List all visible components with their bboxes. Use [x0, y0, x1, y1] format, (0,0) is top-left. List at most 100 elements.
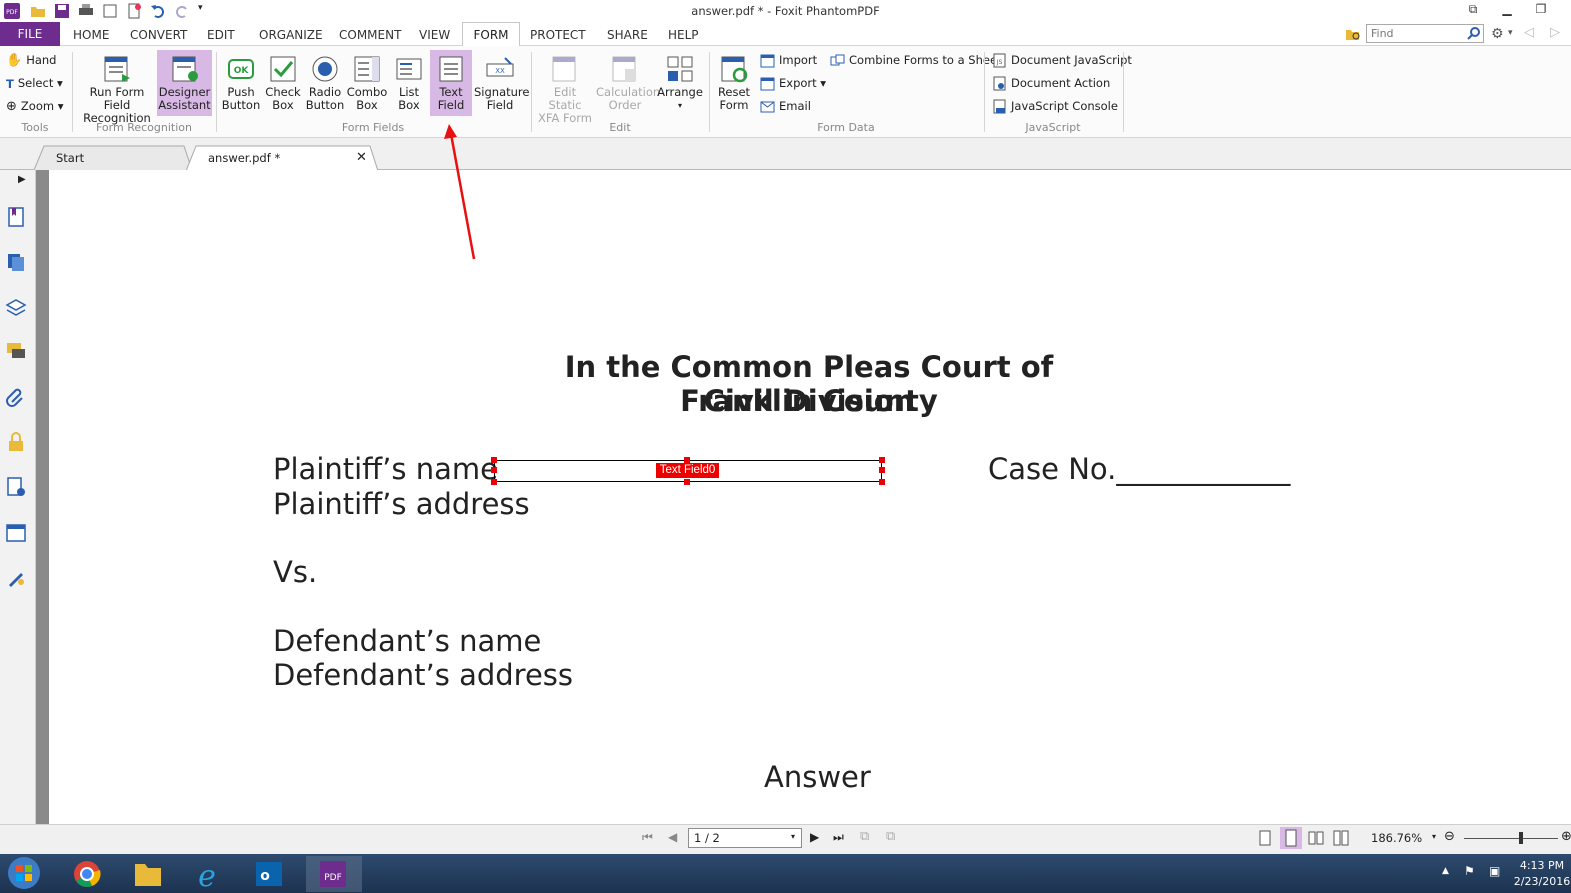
tab-edit[interactable]: EDIT	[207, 28, 235, 42]
group-label-form-data: Form Data	[817, 121, 875, 134]
continuous-facing-icon[interactable]	[1333, 830, 1349, 846]
start-button-icon[interactable]	[4, 855, 44, 892]
zoom-tool-button[interactable]: ⊕ Zoom ▾	[6, 97, 64, 115]
chrome-icon[interactable]	[62, 856, 112, 892]
tab-convert[interactable]: CONVERT	[130, 28, 187, 42]
gear-icon[interactable]: ⚙	[1491, 26, 1504, 42]
doc-tab-answer[interactable]: answer.pdf *	[190, 146, 350, 170]
combo-box-tool[interactable]: Combo Box	[346, 50, 388, 116]
tab-organize[interactable]: ORGANIZE	[259, 28, 323, 42]
zoom-icon: ⊕	[6, 98, 17, 114]
resize-handle[interactable]	[491, 479, 497, 485]
push-button-tool[interactable]: OK Push Button	[220, 50, 262, 116]
calculation-order-button[interactable]: Calculation Order	[596, 50, 660, 116]
tab-protect[interactable]: PROTECT	[530, 28, 586, 42]
ribbon-options-icon[interactable]: ⧉	[1462, 2, 1484, 18]
next-result-icon[interactable]: ▷	[1550, 25, 1560, 40]
select-tool-button[interactable]: T Select ▾	[6, 74, 63, 92]
search-folder-icon[interactable]	[1345, 26, 1361, 42]
tab-comment[interactable]: COMMENT	[339, 28, 401, 42]
hand-icon: ✋	[6, 52, 23, 68]
zoom-dropdown-icon[interactable]: ▾	[1432, 832, 1436, 841]
resize-handle[interactable]	[879, 479, 885, 485]
resize-handle[interactable]	[491, 467, 497, 473]
export-button[interactable]: Export ▾	[760, 74, 826, 92]
chevron-down-icon[interactable]: ▾	[1508, 28, 1513, 38]
radio-button-tool[interactable]: Radio Button	[304, 50, 346, 116]
document-javascript-button[interactable]: JS Document JavaScript	[993, 51, 1132, 69]
page-dropdown-icon[interactable]: ▾	[791, 832, 795, 841]
signature-panel-icon[interactable]	[5, 567, 27, 589]
reset-form-button[interactable]: Reset Form	[714, 50, 754, 116]
prev-result-icon[interactable]: ◁	[1524, 25, 1534, 40]
tab-home[interactable]: HOME	[73, 28, 109, 42]
signature-field-tool[interactable]: XX Signature Field	[474, 50, 529, 116]
page-number-input[interactable]: 1 / 2	[688, 828, 802, 848]
reset-form-icon	[721, 56, 748, 83]
combine-forms-button[interactable]: Combine Forms to a Sheet	[830, 51, 1002, 69]
list-box-tool[interactable]: List Box	[389, 50, 429, 116]
text-field-tool[interactable]: Text Field	[430, 50, 472, 116]
resize-handle[interactable]	[491, 457, 497, 463]
expand-pane-icon[interactable]: ▶	[18, 174, 26, 185]
bookmark-icon[interactable]	[5, 206, 27, 228]
select-text-icon: T	[6, 76, 14, 91]
tab-help[interactable]: HELP	[668, 28, 699, 42]
zoom-level[interactable]: 186.76%	[1371, 831, 1422, 845]
lock-icon[interactable]	[5, 431, 27, 453]
foxit-taskbar-icon[interactable]: PDF	[306, 856, 362, 892]
continuous-page-icon[interactable]	[1280, 827, 1302, 849]
form-fields-icon[interactable]	[5, 522, 27, 544]
resize-handle[interactable]	[879, 467, 885, 473]
text-field-name-label: Text Field0	[656, 463, 719, 478]
facing-page-icon[interactable]	[1308, 830, 1324, 846]
tab-form[interactable]: FORM	[462, 22, 520, 47]
restore-icon[interactable]: ❐	[1530, 2, 1552, 18]
arrange-button[interactable]: Arrange ▾	[656, 50, 704, 116]
tab-view[interactable]: VIEW	[419, 28, 450, 42]
tab-share[interactable]: SHARE	[607, 28, 648, 42]
resize-handle[interactable]	[684, 479, 690, 485]
internet-explorer-icon[interactable]: e	[182, 856, 232, 892]
tray-expand-icon[interactable]: ▲	[1442, 866, 1449, 876]
layers-icon[interactable]	[5, 297, 27, 319]
close-tab-icon[interactable]: ✕	[356, 150, 367, 165]
check-box-tool[interactable]: Check Box	[263, 50, 303, 116]
email-button[interactable]: Email	[760, 97, 811, 115]
system-clock[interactable]: 4:13 PM 2/23/2016	[1512, 858, 1571, 890]
doc-tab-start[interactable]: Start	[38, 146, 188, 170]
attachment-icon[interactable]	[5, 386, 27, 408]
search-icon[interactable]	[1467, 27, 1481, 41]
edit-static-xfa-form-button[interactable]: Edit Static XFA Form	[536, 50, 594, 125]
zoom-slider-thumb[interactable]	[1519, 832, 1523, 844]
file-explorer-icon[interactable]	[123, 856, 173, 892]
content-icon[interactable]	[5, 476, 27, 498]
outlook-icon[interactable]: o	[244, 856, 294, 892]
zoom-in-icon[interactable]: ⊕	[1561, 829, 1571, 844]
last-page-icon[interactable]: ⏭	[833, 830, 844, 845]
hand-tool-button[interactable]: ✋ Hand	[6, 51, 56, 69]
zoom-slider[interactable]	[1464, 838, 1558, 839]
import-button[interactable]: Import	[760, 51, 817, 69]
previous-view-icon[interactable]: ⧉	[860, 829, 869, 844]
run-form-field-recognition-button[interactable]: Run Form Field Recognition	[78, 50, 156, 125]
designer-assistant-button[interactable]: Designer Assistant	[157, 50, 212, 116]
resize-handle[interactable]	[879, 457, 885, 463]
list-box-icon	[396, 58, 422, 80]
next-view-icon[interactable]: ⧉	[886, 829, 895, 844]
minimize-icon[interactable]: ▁	[1496, 2, 1518, 18]
first-page-icon[interactable]: ⏮	[642, 830, 653, 845]
zoom-out-icon[interactable]: ⊖	[1444, 829, 1455, 844]
next-page-icon[interactable]: ▶	[810, 830, 819, 844]
document-action-button[interactable]: Document Action	[993, 74, 1110, 92]
file-tab[interactable]: FILE	[0, 22, 60, 46]
comments-icon[interactable]	[5, 340, 27, 362]
calculator-icon	[612, 56, 636, 82]
pages-icon[interactable]	[5, 251, 27, 273]
action-center-icon[interactable]: ⚑	[1464, 864, 1475, 878]
previous-page-icon[interactable]: ◀	[668, 830, 677, 844]
network-icon[interactable]: ▣	[1489, 864, 1500, 878]
single-page-icon[interactable]	[1258, 830, 1272, 846]
javascript-console-button[interactable]: JavaScript Console	[993, 97, 1118, 115]
group-label-form-recognition: Form Recognition	[96, 121, 192, 134]
